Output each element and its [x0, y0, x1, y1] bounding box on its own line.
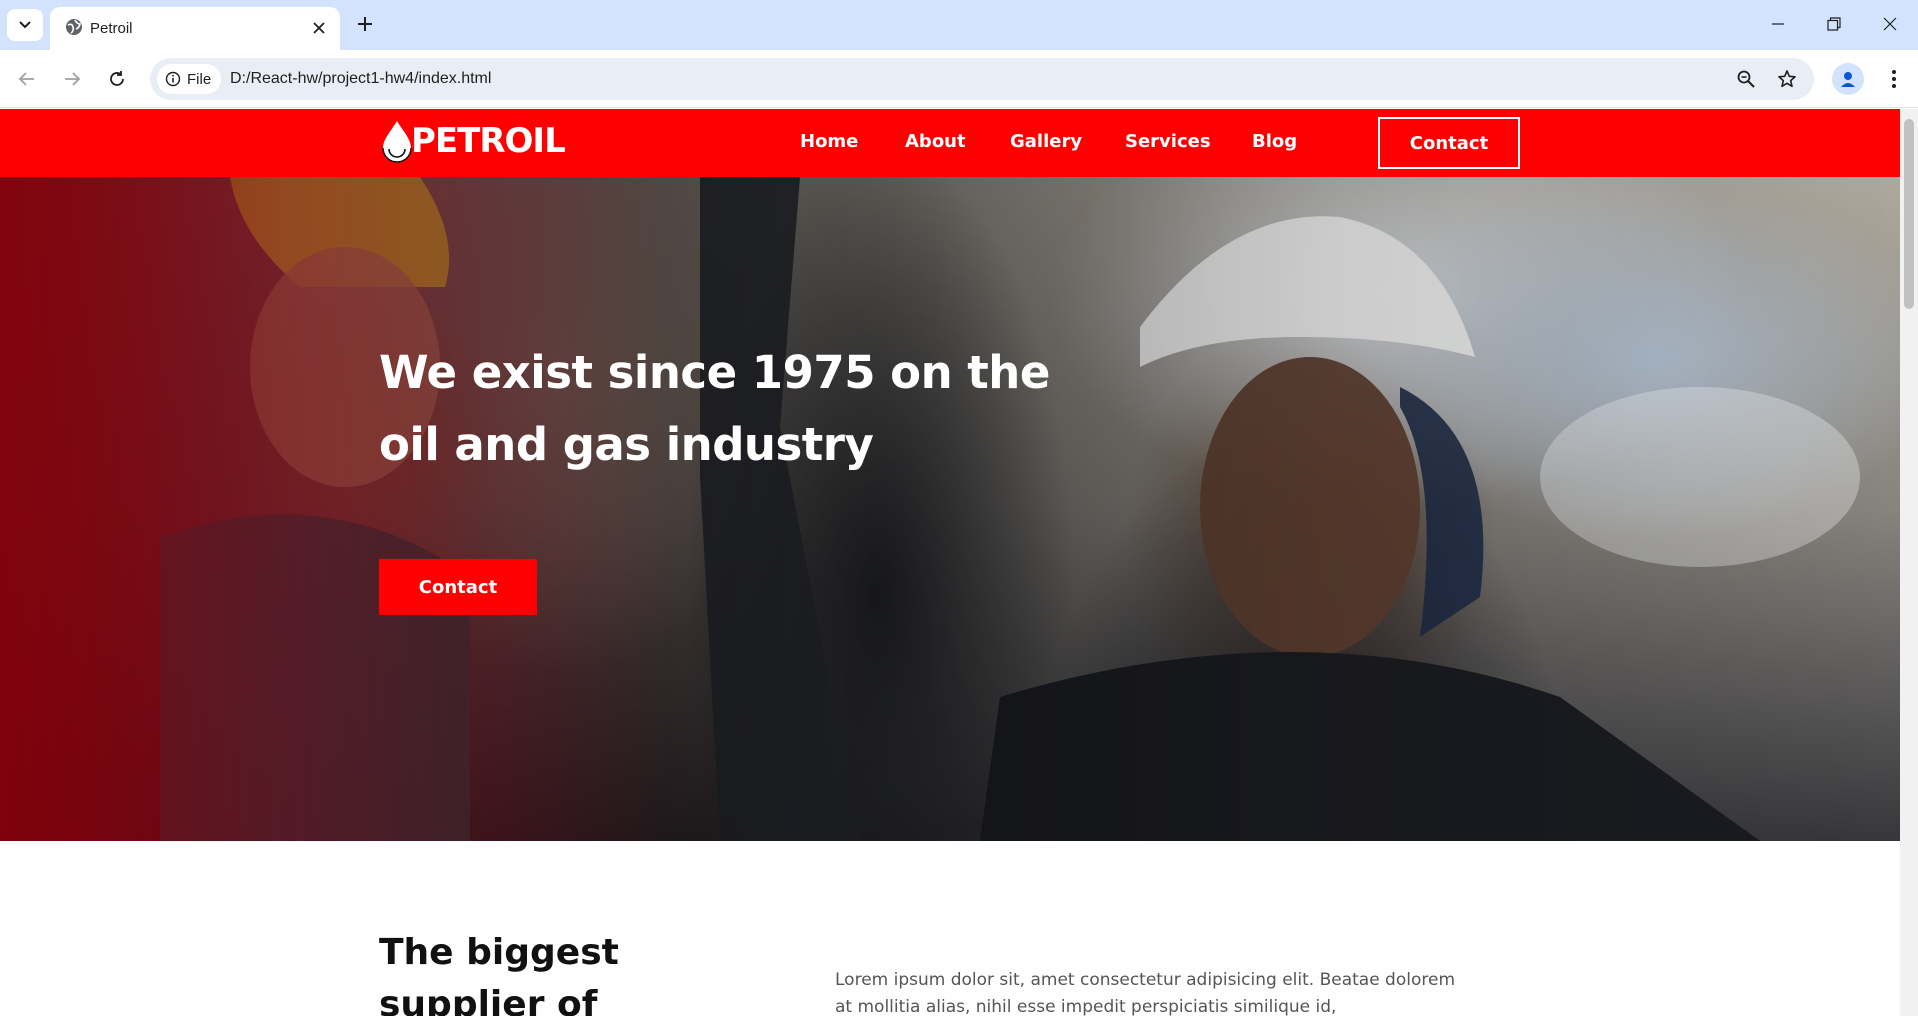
plus-icon — [358, 17, 372, 31]
oil-drop-icon — [382, 121, 412, 163]
scrollbar-thumb[interactable] — [1904, 119, 1914, 309]
tab-close-button[interactable] — [308, 17, 330, 39]
new-tab-button[interactable] — [351, 10, 379, 38]
back-button[interactable] — [10, 62, 44, 96]
close-icon — [313, 22, 325, 34]
site-logo[interactable]: PETROIL — [379, 119, 566, 163]
url-text[interactable]: D:/React-hw/project1-hw4/index.html — [230, 70, 491, 88]
browser-tab[interactable]: Petroil — [50, 7, 340, 50]
info-icon — [165, 71, 181, 87]
profile-icon — [1841, 72, 1855, 87]
reload-button[interactable] — [100, 62, 134, 96]
minimize-icon — [1772, 23, 1784, 25]
address-bar[interactable]: File D:/React-hw/project1-hw4/index.html — [150, 58, 1814, 100]
star-icon — [1778, 70, 1796, 88]
restore-button[interactable] — [1814, 8, 1854, 40]
nav-home[interactable]: Home — [800, 131, 858, 152]
page-scrollbar[interactable] — [1900, 109, 1918, 1016]
browser-menu-button[interactable] — [1878, 63, 1910, 95]
minimize-button[interactable] — [1758, 8, 1798, 40]
logo-text: PETROIL — [411, 121, 566, 161]
bookmark-button[interactable] — [1775, 67, 1799, 91]
site-info-chip[interactable]: File — [157, 64, 222, 94]
tab-title: Petroil — [90, 20, 133, 37]
nav-about[interactable]: About — [905, 131, 966, 152]
file-chip-label: File — [187, 70, 212, 88]
more-vert-icon — [1892, 70, 1896, 88]
hero-title: We exist since 1975 on the oil and gas i… — [379, 346, 1050, 471]
site-header: PETROIL Home About Gallery Services Blog… — [0, 109, 1900, 177]
browser-tab-bar: Petroil — [0, 0, 1918, 50]
page-viewport: PETROIL Home About Gallery Services Blog… — [0, 109, 1900, 1016]
zoom-icon — [1737, 70, 1755, 88]
hero-section: We exist since 1975 on the oil and gas i… — [0, 177, 1900, 841]
nav-blog[interactable]: Blog — [1252, 131, 1297, 152]
zoom-button[interactable] — [1734, 67, 1758, 91]
hero-overlay — [0, 177, 1900, 841]
reload-icon — [110, 71, 124, 86]
profile-button[interactable] — [1832, 63, 1864, 95]
restore-icon — [1827, 17, 1841, 31]
about-heading: The biggest supplier of — [379, 932, 619, 1016]
tab-list-icon — [19, 21, 31, 29]
nav-services[interactable]: Services — [1125, 131, 1211, 152]
forward-arrow-icon — [65, 72, 81, 86]
forward-button[interactable] — [55, 62, 89, 96]
window-close-icon — [1883, 17, 1897, 31]
browser-toolbar: File D:/React-hw/project1-hw4/index.html — [0, 50, 1918, 108]
hero-contact-button[interactable]: Contact — [379, 559, 537, 615]
globe-icon — [66, 19, 82, 35]
about-text: Lorem ipsum dolor sit, amet consectetur … — [835, 970, 1456, 1016]
nav-contact-button[interactable]: Contact — [1378, 117, 1520, 169]
back-arrow-icon — [18, 72, 34, 86]
window-close-button[interactable] — [1870, 8, 1910, 40]
nav-gallery[interactable]: Gallery — [1010, 131, 1082, 152]
tab-list-button[interactable] — [7, 9, 43, 41]
